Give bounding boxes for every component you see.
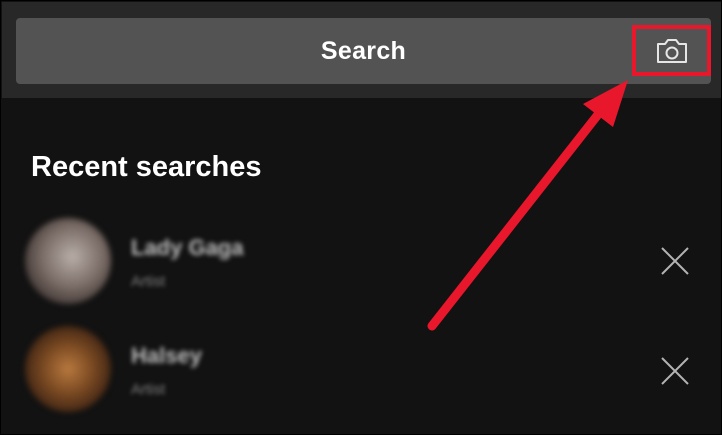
close-icon — [661, 357, 689, 385]
camera-button[interactable] — [632, 25, 711, 76]
search-header: Search — [2, 2, 721, 98]
close-icon — [661, 247, 689, 275]
recent-item-type: Artist — [131, 381, 166, 398]
recent-item-type: Artist — [131, 273, 166, 290]
avatar — [25, 326, 111, 412]
recent-item[interactable]: Lady Gaga Artist — [1, 213, 721, 313]
recent-item-name: Lady Gaga — [131, 235, 244, 260]
recent-item-name: Halsey — [131, 343, 202, 368]
recent-item[interactable]: Halsey Artist — [1, 321, 721, 421]
search-bar[interactable]: Search — [16, 18, 711, 84]
app-frame: Search Recent searches Lady Gaga Artist … — [0, 0, 722, 435]
search-label: Search — [320, 36, 407, 65]
avatar — [25, 218, 111, 304]
remove-button[interactable] — [653, 349, 697, 393]
remove-button[interactable] — [653, 239, 697, 283]
camera-icon — [656, 38, 687, 63]
recent-searches-title: Recent searches — [31, 151, 262, 183]
